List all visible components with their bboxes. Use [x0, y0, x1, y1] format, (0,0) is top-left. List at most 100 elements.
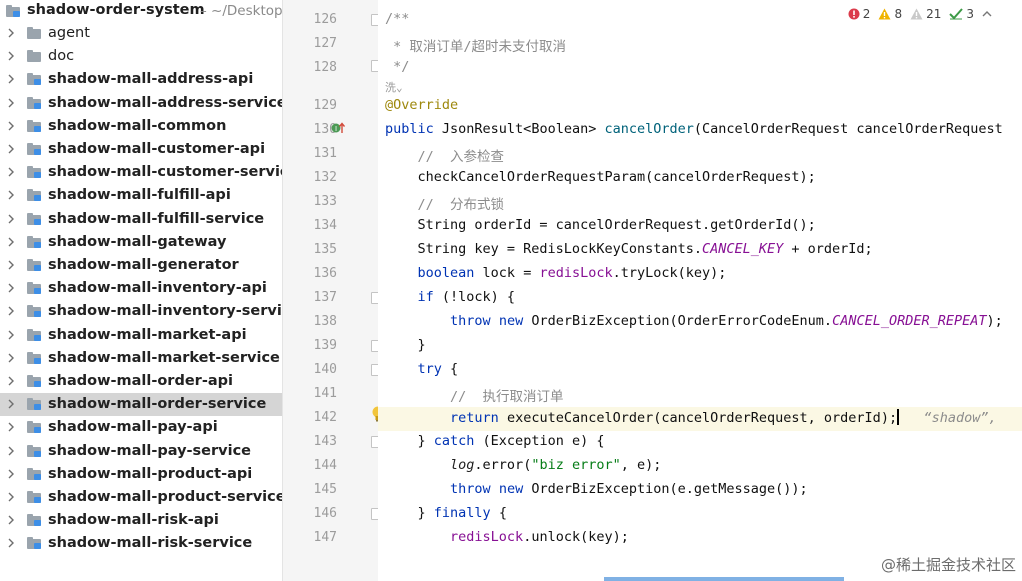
chevron-right-icon[interactable] [4, 281, 18, 295]
tree-item-label: agent [48, 25, 90, 41]
keyword: throw [450, 481, 491, 497]
project-tree: shadow-order-system – ~/Desktop agent doc… [0, 0, 282, 581]
chevron-right-icon[interactable] [4, 49, 18, 63]
code-text: + orderId; [783, 241, 873, 257]
code-text: OrderBizException(OrderErrorCodeEnum. [523, 313, 833, 329]
tree-item-shadow-mall-pay-service[interactable]: shadow-mall-pay-service [0, 440, 282, 463]
line-number[interactable]: 135 [297, 242, 337, 257]
chevron-right-icon[interactable] [4, 397, 18, 411]
tree-item-shadow-mall-fulfill-service[interactable]: shadow-mall-fulfill-service [0, 208, 282, 231]
chevron-right-icon[interactable] [4, 351, 18, 365]
tree-item-shadow-mall-risk-service[interactable]: shadow-mall-risk-service [0, 532, 282, 555]
line-number[interactable]: 137 [297, 290, 337, 305]
chevron-right-icon[interactable] [4, 374, 18, 388]
chevron-right-icon[interactable] [4, 119, 18, 133]
chevron-right-icon[interactable] [4, 26, 18, 40]
code-line-143: } catch (Exception e) { [385, 433, 605, 449]
line-number[interactable]: 127 [297, 36, 337, 51]
tree-item-shadow-mall-risk-api[interactable]: shadow-mall-risk-api [0, 509, 282, 532]
tree-item-shadow-mall-customer-api[interactable]: shadow-mall-customer-api [0, 138, 282, 161]
line-number[interactable]: 126 [297, 12, 337, 27]
site-watermark: @稀土掘金技术社区 [880, 556, 1016, 574]
code-line-129: @Override [385, 97, 458, 113]
tree-item-shadow-mall-address-api[interactable]: shadow-mall-address-api [0, 68, 282, 91]
tree-item-shadow-mall-generator[interactable]: shadow-mall-generator [0, 254, 282, 277]
code-editor[interactable]: /** * 取消订单/超时未支付取消 */ 洗⌄ @Override publi… [378, 0, 1022, 581]
tree-item-doc[interactable]: doc [0, 45, 282, 68]
line-number[interactable]: 136 [297, 266, 337, 281]
line-number[interactable]: 133 [297, 194, 337, 209]
horizontal-scrollbar[interactable] [604, 577, 844, 581]
chevron-right-icon[interactable] [4, 467, 18, 481]
chevron-right-icon[interactable] [4, 258, 18, 272]
chevron-right-icon[interactable] [4, 212, 18, 226]
chevron-right-icon[interactable] [4, 444, 18, 458]
chevron-right-icon[interactable] [4, 235, 18, 249]
module-folder-icon [27, 73, 41, 86]
module-folder-icon [27, 119, 41, 132]
static-field: log [450, 457, 475, 473]
line-number[interactable]: 145 [297, 482, 337, 497]
chevron-right-icon[interactable] [4, 142, 18, 156]
chevron-right-icon[interactable] [4, 328, 18, 342]
keyword: if [417, 289, 434, 305]
line-number[interactable]: 131 [297, 146, 337, 161]
weak-warnings-indicator[interactable]: 21 [910, 7, 941, 21]
tree-item-shadow-mall-product-service[interactable]: shadow-mall-product-service [0, 486, 282, 509]
tree-item-shadow-mall-gateway[interactable]: shadow-mall-gateway [0, 231, 282, 254]
line-number[interactable]: 142 [297, 410, 337, 425]
line-number[interactable]: 144 [297, 458, 337, 473]
tree-item-shadow-mall-common[interactable]: shadow-mall-common [0, 115, 282, 138]
line-number[interactable]: 146 [297, 506, 337, 521]
tree-item-shadow-mall-address-service[interactable]: shadow-mall-address-service [0, 92, 282, 115]
typos-indicator[interactable]: 3 [949, 7, 974, 21]
tree-item-shadow-mall-fulfill-api[interactable]: shadow-mall-fulfill-api [0, 184, 282, 207]
project-root-row[interactable]: shadow-order-system – ~/Desktop [0, 0, 282, 22]
line-number[interactable]: 129 [297, 98, 337, 113]
chevron-right-icon[interactable] [4, 513, 18, 527]
code-line-144: log.error("biz error", e); [385, 457, 661, 473]
code-text: , e); [620, 457, 662, 473]
tree-item-shadow-mall-market-api[interactable]: shadow-mall-market-api [0, 324, 282, 347]
errors-indicator[interactable]: 2 [848, 7, 870, 21]
tree-item-agent[interactable]: agent [0, 22, 282, 45]
chevron-up-icon[interactable] [982, 9, 992, 19]
code-line-136: boolean lock = redisLock.tryLock(key); [385, 265, 727, 281]
line-number[interactable]: 139 [297, 338, 337, 353]
tree-item-label: shadow-mall-generator [48, 257, 239, 273]
line-number[interactable]: 140 [297, 362, 337, 377]
line-number[interactable]: 141 [297, 386, 337, 401]
tree-item-shadow-mall-inventory-api[interactable]: shadow-mall-inventory-api [0, 277, 282, 300]
chevron-right-icon[interactable] [4, 420, 18, 434]
code-line-134: String orderId = cancelOrderRequest.getO… [385, 217, 816, 233]
spellcheck-icon [949, 8, 964, 20]
code-line-131: // 入参检查 [385, 145, 505, 165]
line-number[interactable]: 143 [297, 434, 337, 449]
tree-item-shadow-mall-order-api[interactable]: shadow-mall-order-api [0, 370, 282, 393]
author-inlay-hint[interactable]: 洗⌄ [385, 79, 403, 95]
line-number[interactable]: 147 [297, 530, 337, 545]
chevron-right-icon[interactable] [4, 490, 18, 504]
tree-item-shadow-mall-market-service[interactable]: shadow-mall-market-service [0, 347, 282, 370]
warnings-indicator[interactable]: 8 [878, 7, 902, 21]
line-number[interactable]: 128 [297, 60, 337, 75]
tree-item-shadow-mall-order-service[interactable]: shadow-mall-order-service [0, 393, 282, 417]
chevron-right-icon[interactable] [4, 304, 18, 318]
tree-item-shadow-mall-product-api[interactable]: shadow-mall-product-api [0, 463, 282, 486]
comment: // 分布式锁 [385, 197, 505, 213]
tree-item-label: shadow-mall-pay-service [48, 442, 251, 459]
inspections-widget[interactable]: 2 8 21 3 [848, 5, 992, 23]
chevron-right-icon[interactable] [4, 188, 18, 202]
line-number[interactable]: 138 [297, 314, 337, 329]
line-number[interactable]: 132 [297, 170, 337, 185]
tree-item-shadow-mall-pay-api[interactable]: shadow-mall-pay-api [0, 416, 282, 439]
module-folder-icon [27, 282, 41, 295]
chevron-right-icon[interactable] [4, 165, 18, 179]
tree-item-shadow-mall-inventory-service[interactable]: shadow-mall-inventory-service [0, 300, 282, 323]
override-method-icon[interactable]: I [331, 121, 345, 135]
chevron-right-icon[interactable] [4, 536, 18, 550]
tree-item-shadow-mall-customer-service[interactable]: shadow-mall-customer-service [0, 161, 282, 184]
line-number[interactable]: 134 [297, 218, 337, 233]
chevron-right-icon[interactable] [4, 96, 18, 110]
chevron-right-icon[interactable] [4, 72, 18, 86]
